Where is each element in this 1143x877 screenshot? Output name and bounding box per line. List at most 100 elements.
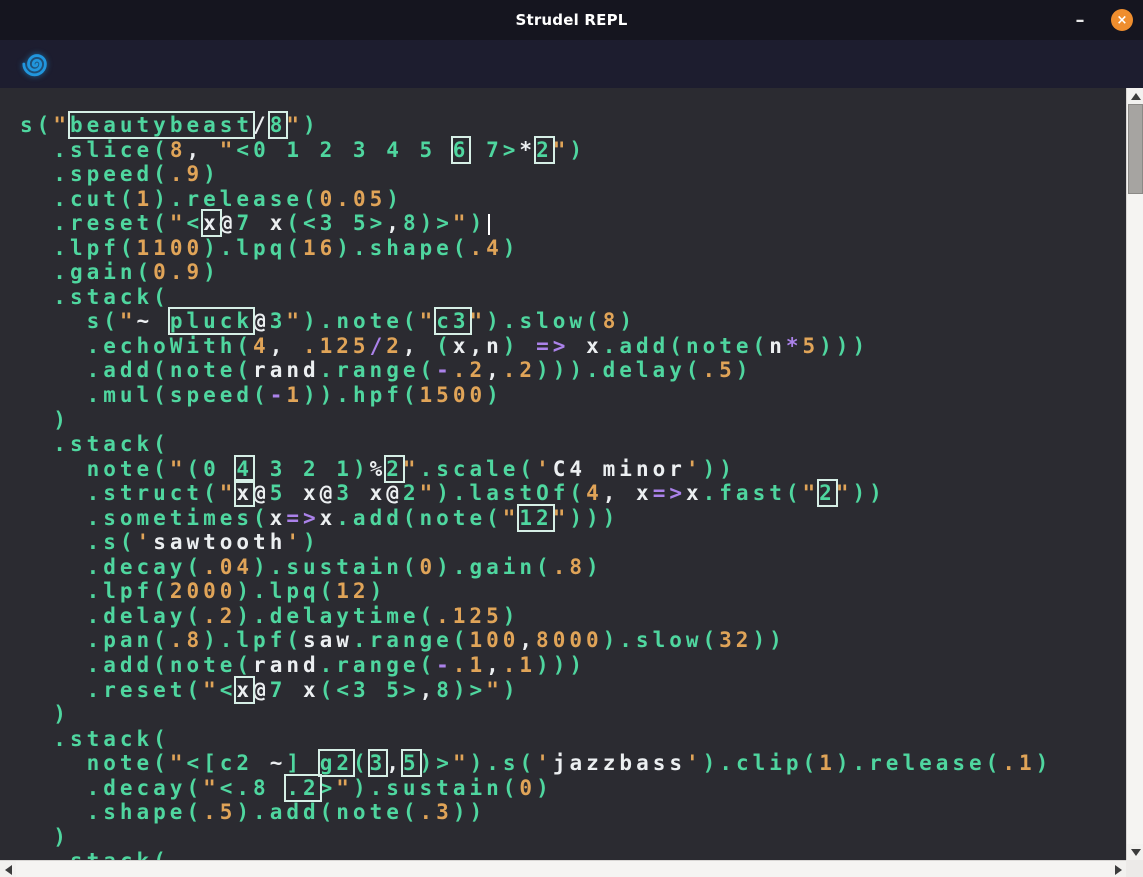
code-token: .lpq	[220, 236, 287, 260]
code-token: %	[370, 457, 387, 481]
code-token: 3 5	[320, 211, 370, 235]
code-token: >	[436, 751, 453, 775]
code-token: (	[153, 358, 170, 382]
code-token: )	[436, 481, 453, 505]
code-token: )	[619, 309, 636, 333]
code-token: "	[220, 138, 237, 162]
code-token: x	[203, 211, 220, 235]
code-line: .stack(	[20, 849, 1126, 860]
code-token: .add	[336, 506, 403, 530]
code-token: (	[503, 776, 520, 800]
code-token: note	[170, 358, 237, 382]
code-token: (	[153, 628, 170, 652]
code-token: .pan	[87, 628, 154, 652]
code-token: x	[236, 678, 253, 702]
code-token: (	[236, 334, 253, 358]
code-token	[20, 776, 87, 800]
code-token: 0 1 2 3 4 5	[253, 138, 453, 162]
code-token: ,	[469, 334, 486, 358]
code-token: 1100	[137, 236, 204, 260]
code-token: >	[503, 138, 520, 162]
code-token: ~	[270, 751, 287, 775]
code-token	[20, 849, 53, 860]
horizontal-scrollbar[interactable]	[0, 860, 1126, 877]
code-token: "	[553, 506, 570, 530]
code-token: (	[686, 358, 703, 382]
code-token	[20, 506, 87, 530]
code-token: >	[436, 211, 453, 235]
code-token: )	[536, 776, 553, 800]
code-token: (	[253, 383, 270, 407]
code-token: (	[153, 751, 170, 775]
text-cursor	[488, 214, 490, 235]
code-token: )	[303, 530, 320, 554]
code-token: )	[370, 579, 387, 603]
code-token: 2	[386, 334, 403, 358]
code-token: .2	[503, 358, 536, 382]
scroll-down-button[interactable]	[1127, 844, 1143, 860]
vertical-scrollbar-thumb[interactable]	[1128, 104, 1143, 194]
code-token: sawtooth	[153, 530, 286, 554]
code-token: (	[703, 628, 720, 652]
vertical-scrollbar[interactable]	[1126, 88, 1143, 860]
code-token: .5	[203, 800, 236, 824]
code-token: (	[153, 162, 170, 186]
code-token: ))	[453, 800, 486, 824]
code-token: (	[803, 751, 820, 775]
code-token: )	[703, 751, 720, 775]
code-token: .lpf	[53, 236, 120, 260]
code-token: 5	[403, 751, 420, 775]
code-token: (	[403, 383, 420, 407]
minimize-button[interactable]: –	[1065, 0, 1095, 40]
code-token: "	[453, 211, 470, 235]
code-token	[20, 727, 53, 751]
close-button[interactable]: ×	[1111, 9, 1133, 31]
code-token	[20, 187, 53, 211]
code-token: )	[503, 604, 520, 628]
code-token: )	[503, 334, 520, 358]
code-token: (	[536, 555, 553, 579]
code-token: .lpf	[220, 628, 287, 652]
scroll-right-button[interactable]	[1110, 861, 1126, 877]
code-token: c3	[436, 309, 469, 333]
code-token: >	[370, 211, 387, 235]
code-token: .1	[1002, 751, 1035, 775]
code-line: .shape(.5).add(note(.3))	[20, 800, 1126, 825]
code-token: .gain	[453, 555, 536, 579]
code-token: )	[353, 457, 370, 481]
scroll-left-button[interactable]	[0, 861, 16, 877]
code-editor[interactable]: s("beautybeast/8") .slice(8, "<0 1 2 3 4…	[0, 88, 1126, 860]
code-token: )	[236, 800, 253, 824]
code-token: "	[836, 481, 853, 505]
code-token: )	[303, 113, 320, 137]
code-token: 1	[286, 383, 303, 407]
scroll-up-button[interactable]	[1127, 88, 1143, 104]
code-token: "	[553, 138, 570, 162]
code-token: (	[153, 653, 170, 677]
strudel-logo[interactable]	[20, 48, 52, 80]
code-token: s	[20, 113, 37, 137]
code-token: .add	[87, 653, 154, 677]
code-line: s("~ pluck@3").note("c3").slow(8)	[20, 309, 1126, 334]
code-token: 12	[519, 506, 552, 530]
arrow-right-icon	[1115, 865, 1122, 875]
code-line: .decay("<.8 .2>").sustain(0)	[20, 776, 1126, 801]
code-token: @	[386, 481, 403, 505]
code-token: .fast	[703, 481, 786, 505]
code-token: .struct	[87, 481, 204, 505]
code-token: (	[253, 506, 270, 530]
code-token	[20, 530, 87, 554]
code-token: "	[203, 678, 220, 702]
code-token: ,	[403, 334, 436, 358]
code-token	[20, 678, 87, 702]
code-token: (	[37, 113, 54, 137]
code-token: (	[519, 457, 536, 481]
code-token	[20, 408, 53, 432]
code-token	[303, 751, 320, 775]
code-token: 5	[270, 481, 303, 505]
code-token: ,	[186, 138, 219, 162]
minimize-icon: –	[1076, 10, 1085, 31]
code-token: beautybeast	[70, 113, 253, 137]
close-icon: ×	[1117, 14, 1128, 27]
arrow-up-icon	[1131, 93, 1141, 100]
